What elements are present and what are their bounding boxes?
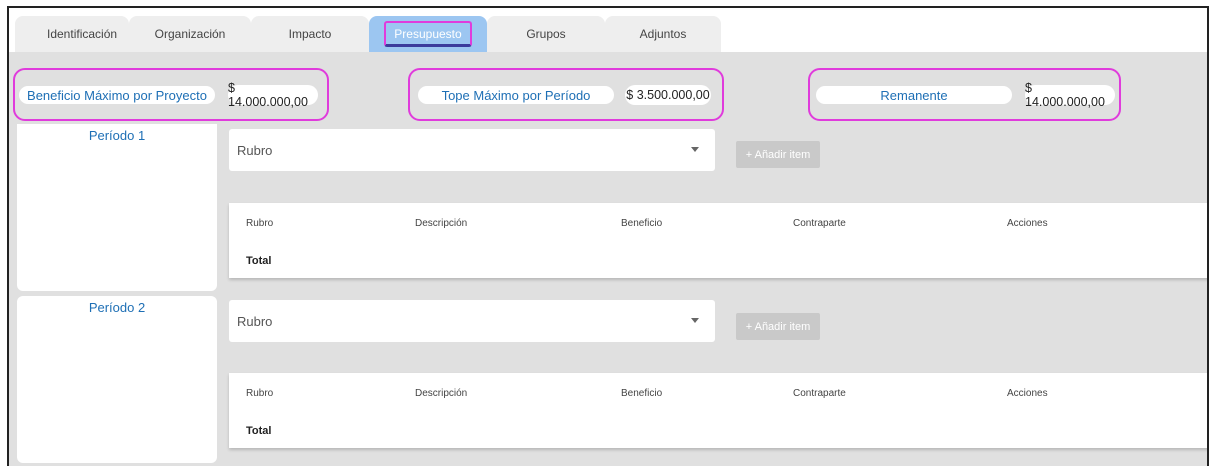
period-1-add-item-button[interactable]: + Añadir item <box>736 141 820 168</box>
remaining-value: $ 14.000.000,00 <box>1025 81 1115 109</box>
max-project-summary: Beneficio Máximo por Proyecto $ 14.000.0… <box>13 68 329 121</box>
max-project-value: $ 14.000.000,00 <box>228 81 318 109</box>
column-header-rubro: Rubro <box>246 388 274 399</box>
tab-label: Organización <box>154 27 226 41</box>
column-header-contraparte: Contraparte <box>793 388 846 399</box>
column-header-acciones: Acciones <box>1007 218 1048 229</box>
tab-grupos[interactable]: Grupos <box>487 16 605 52</box>
tab-impacto[interactable]: Impacto <box>251 16 369 52</box>
tab-label: Adjuntos <box>639 27 687 41</box>
chevron-down-icon <box>691 147 699 152</box>
tab-organizacion[interactable]: Organización <box>129 16 251 52</box>
remaining-summary: Remanente $ 14.000.000,00 <box>808 68 1121 121</box>
select-placeholder: Rubro <box>237 142 273 158</box>
chevron-down-icon <box>691 318 699 323</box>
tab-label: Grupos <box>526 27 566 41</box>
total-label: Total <box>246 425 272 437</box>
select-placeholder: Rubro <box>237 313 273 329</box>
column-header-beneficio: Beneficio <box>621 218 663 229</box>
column-header-contraparte: Contraparte <box>793 218 846 229</box>
column-header-acciones: Acciones <box>1007 388 1048 399</box>
max-period-label: Tope Máximo por Período <box>418 86 614 104</box>
column-header-descripcion: Descripción <box>415 218 468 229</box>
budget-panel: Identificación Organización Impacto Pres… <box>7 6 1209 466</box>
period-2-rubro-select[interactable]: Rubro <box>229 300 715 342</box>
tab-label: Identificación <box>47 27 118 41</box>
tab-label: Impacto <box>288 27 332 41</box>
column-header-rubro: Rubro <box>246 218 274 229</box>
max-period-value: $ 3.500.000,00 <box>625 85 711 105</box>
period-1-table: Rubro Descripción Beneficio Contraparte … <box>229 203 1207 278</box>
column-header-beneficio: Beneficio <box>621 388 663 399</box>
max-period-summary: Tope Máximo por Período $ 3.500.000,00 <box>408 68 724 121</box>
max-project-label: Beneficio Máximo por Proyecto <box>19 86 215 104</box>
remaining-label: Remanente <box>816 86 1012 104</box>
column-header-descripcion: Descripción <box>415 388 468 399</box>
period-2-table: Rubro Descripción Beneficio Contraparte … <box>229 373 1207 448</box>
period-1-sidebar <box>17 124 217 291</box>
period-1-title: Período 1 <box>88 128 146 143</box>
tab-identificacion[interactable]: Identificación <box>15 16 129 52</box>
tab-bar: Identificación Organización Impacto Pres… <box>9 8 1207 52</box>
tab-label: Presupuesto <box>384 21 472 47</box>
tab-presupuesto[interactable]: Presupuesto <box>369 16 487 52</box>
total-label: Total <box>246 255 272 267</box>
period-1-rubro-select[interactable]: Rubro <box>229 129 715 171</box>
tab-adjuntos[interactable]: Adjuntos <box>605 16 721 52</box>
period-2-add-item-button[interactable]: + Añadir item <box>736 313 820 340</box>
period-2-title: Período 2 <box>88 300 146 315</box>
period-2-sidebar <box>17 296 217 463</box>
